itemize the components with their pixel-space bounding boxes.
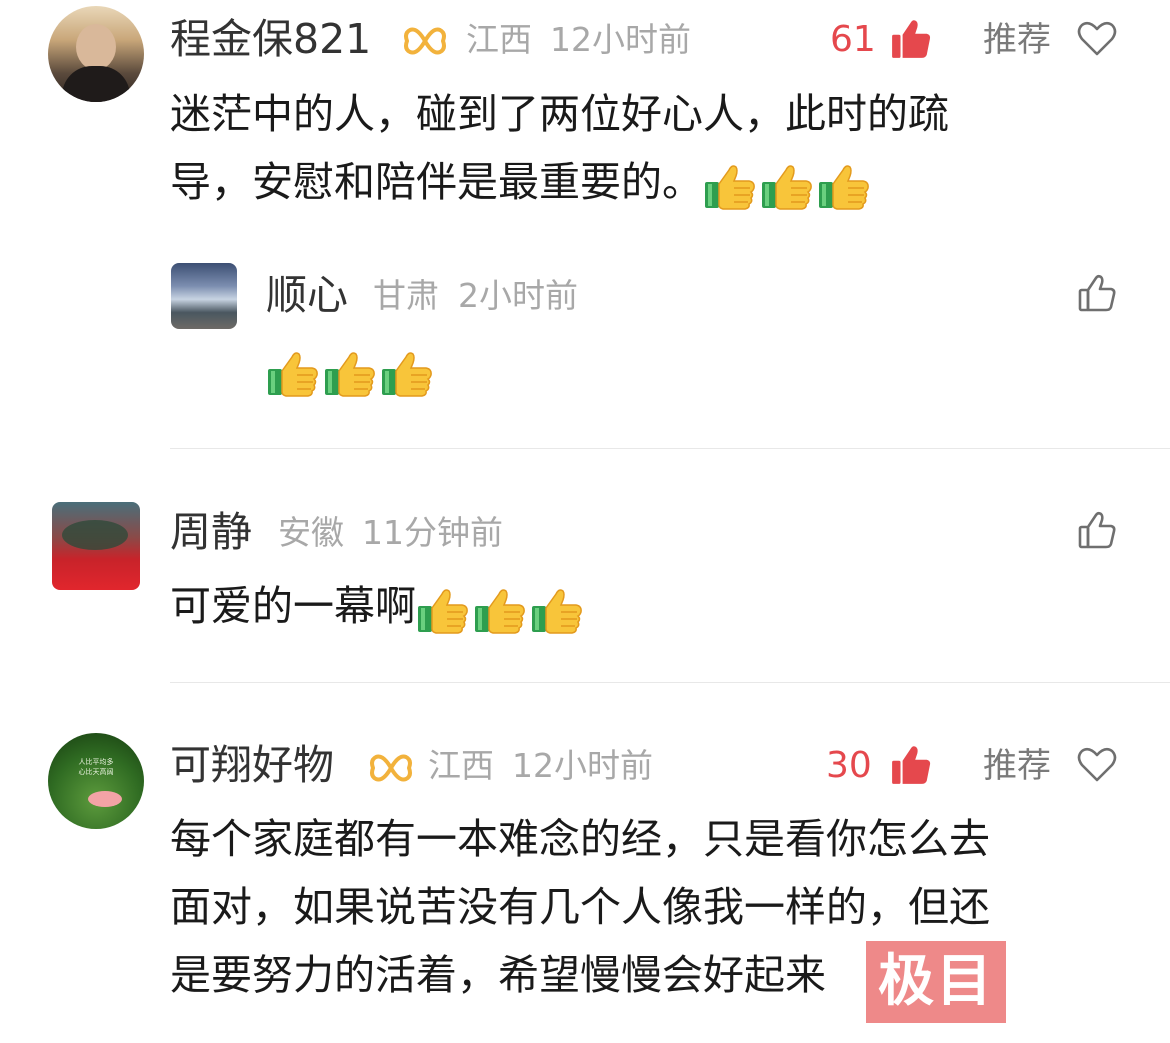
avatar-caption: 人比平均多 心比天高阔 [66, 757, 126, 777]
thumbs-up-emoji-icon [760, 158, 814, 212]
comment-text-line: 迷茫中的人，碰到了两位好心人，此时的疏 [170, 90, 949, 138]
divider [170, 682, 1170, 683]
thumbs-up-emoji-icon [817, 158, 871, 212]
thumbs-up-outline-icon[interactable] [1077, 273, 1117, 313]
username[interactable]: 顺心 [266, 275, 348, 316]
comment-text-line: 每个家庭都有一本难念的经，只是看你怎么去 [170, 815, 990, 863]
like-count: 30 [826, 745, 872, 786]
comment-location: 江西 [428, 746, 494, 785]
heart-outline-icon[interactable] [1077, 747, 1117, 783]
comment-text-line: 是要努力的活着，希望慢慢会好起来 [170, 951, 826, 999]
comment-text-line: 导，安慰和陪伴是最重要的。 [170, 148, 874, 216]
thumbs-up-emoji-icon [323, 345, 377, 399]
recommend-button[interactable]: 推荐 [983, 749, 1051, 783]
comment-location: 甘肃 [373, 276, 439, 315]
username[interactable]: 周静 [170, 512, 252, 553]
avatar-tree [62, 520, 128, 550]
avatar-caption-line: 心比天高阔 [78, 768, 114, 776]
thumbs-up-filled-icon[interactable] [890, 744, 932, 786]
avatar-body [62, 66, 130, 102]
heart-outline-icon[interactable] [1077, 21, 1117, 57]
comment-item: 程金保821 江西 12小时前 61 推荐 迷茫中的人，碰到了两位好心人，此时的… [0, 0, 1170, 450]
like-count: 61 [830, 19, 876, 60]
watermark-logo: 极目 [866, 941, 1006, 1023]
thumbs-up-emoji-icon [416, 582, 470, 636]
thumbs-up-emoji-icon [530, 582, 584, 636]
username[interactable]: 可翔好物 [170, 745, 334, 786]
thumbs-up-emoji-icon [473, 582, 527, 636]
divider [170, 448, 1170, 449]
comment-text-line: 可爱的一幕啊 [170, 572, 587, 640]
avatar[interactable] [52, 502, 140, 590]
comment-time: 11分钟前 [362, 513, 503, 552]
avatar-petal [88, 791, 122, 807]
comment-time: 12小时前 [550, 20, 691, 59]
comment-time: 2小时前 [458, 276, 578, 315]
avatar[interactable] [48, 6, 144, 102]
comment-text-line: 面对，如果说苦没有几个人像我一样的，但还 [170, 883, 990, 931]
comment-text-content: 导，安慰和陪伴是最重要的。 [170, 158, 703, 206]
thumbs-up-outline-icon[interactable] [1077, 510, 1117, 550]
avatar-face [76, 24, 116, 70]
vip-infinity-badge-icon [403, 24, 447, 58]
username[interactable]: 程金保821 [170, 19, 371, 60]
thumbs-up-emoji-icon [703, 158, 757, 212]
thumbs-up-filled-icon[interactable] [890, 18, 932, 60]
comment-text-content: 可爱的一幕啊 [170, 582, 416, 630]
reply-emoji-text [266, 345, 437, 399]
comment-location: 江西 [466, 20, 532, 59]
avatar[interactable] [171, 263, 237, 329]
avatar-caption-line: 人比平均多 [78, 758, 114, 766]
comment-location: 安徽 [278, 513, 344, 552]
thumbs-up-emoji-icon [266, 345, 320, 399]
vip-infinity-badge-icon [369, 751, 413, 785]
recommend-button[interactable]: 推荐 [983, 23, 1051, 57]
comment-time: 12小时前 [512, 746, 653, 785]
thumbs-up-emoji-icon [380, 345, 434, 399]
avatar[interactable]: 人比平均多 心比天高阔 [48, 733, 144, 829]
comment-item: 周静 安徽 11分钟前 可爱的一幕啊 [0, 450, 1170, 685]
